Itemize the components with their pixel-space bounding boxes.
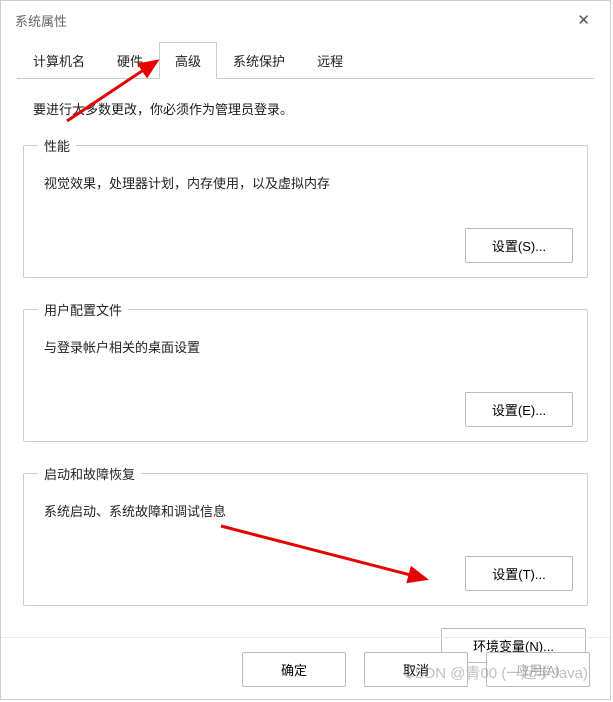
- startup-recovery-legend: 启动和故障恢复: [38, 464, 141, 483]
- tab-advanced[interactable]: 高级: [159, 42, 217, 79]
- titlebar: 系统属性 ✕: [1, 1, 610, 37]
- user-profiles-settings-button[interactable]: 设置(E)...: [465, 392, 573, 427]
- cancel-button[interactable]: 取消: [364, 652, 468, 687]
- user-profiles-desc: 与登录帐户相关的桌面设置: [38, 333, 573, 366]
- tab-hardware[interactable]: 硬件: [101, 42, 159, 79]
- startup-recovery-group: 启动和故障恢复 系统启动、系统故障和调试信息 设置(T)...: [23, 464, 588, 606]
- window-title: 系统属性: [15, 11, 67, 30]
- startup-recovery-desc: 系统启动、系统故障和调试信息: [38, 497, 573, 530]
- apply-button[interactable]: 应用(A): [486, 652, 590, 687]
- content-area: 计算机名 硬件 高级 系统保护 远程 要进行大多数更改，你必须作为管理员登录。 …: [1, 37, 610, 689]
- tab-strip: 计算机名 硬件 高级 系统保护 远程: [17, 41, 594, 79]
- performance-settings-button[interactable]: 设置(S)...: [465, 228, 573, 263]
- ok-button[interactable]: 确定: [242, 652, 346, 687]
- tab-remote[interactable]: 远程: [301, 42, 359, 79]
- admin-notice: 要进行大多数更改，你必须作为管理员登录。: [17, 97, 594, 136]
- tab-system-protection[interactable]: 系统保护: [217, 42, 301, 79]
- user-profiles-group: 用户配置文件 与登录帐户相关的桌面设置 设置(E)...: [23, 300, 588, 442]
- dialog-footer: 确定 取消 应用(A): [1, 637, 610, 687]
- system-properties-window: 系统属性 ✕ 计算机名 硬件 高级 系统保护 远程 要进行大多数更改，你必须作为…: [0, 0, 611, 700]
- close-icon[interactable]: ✕: [571, 9, 596, 31]
- tab-computer-name[interactable]: 计算机名: [17, 42, 101, 79]
- user-profiles-legend: 用户配置文件: [38, 300, 128, 319]
- performance-desc: 视觉效果，处理器计划，内存使用，以及虚拟内存: [38, 169, 573, 202]
- performance-group: 性能 视觉效果，处理器计划，内存使用，以及虚拟内存 设置(S)...: [23, 136, 588, 278]
- startup-recovery-settings-button[interactable]: 设置(T)...: [465, 556, 573, 591]
- performance-legend: 性能: [38, 136, 76, 155]
